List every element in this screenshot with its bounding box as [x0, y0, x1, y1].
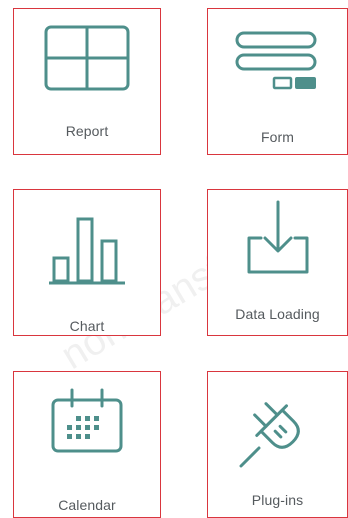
- download-tray-icon: [208, 200, 347, 276]
- tile-label-report: Report: [65, 123, 109, 139]
- tile-report[interactable]: Report: [13, 8, 161, 155]
- tile-label-chart: Chart: [69, 318, 105, 334]
- tile-chart[interactable]: Chart: [13, 189, 161, 336]
- tile-data-loading[interactable]: Data Loading: [207, 189, 348, 336]
- tile-calendar[interactable]: Calendar: [13, 371, 161, 518]
- tile-label-data-loading: Data Loading: [235, 306, 320, 322]
- tile-form[interactable]: Form: [207, 8, 348, 155]
- calendar-icon: [14, 386, 160, 454]
- form-fields-icon: [208, 31, 347, 93]
- tile-plug-ins[interactable]: Plug-ins: [207, 371, 348, 518]
- plug-icon: [208, 382, 347, 474]
- table-grid-icon: [14, 25, 160, 91]
- tile-label-form: Form: [260, 129, 295, 145]
- bar-chart-icon: [14, 214, 160, 286]
- tile-label-calendar: Calendar: [58, 497, 116, 513]
- tile-label-plug-ins: Plug-ins: [251, 492, 304, 508]
